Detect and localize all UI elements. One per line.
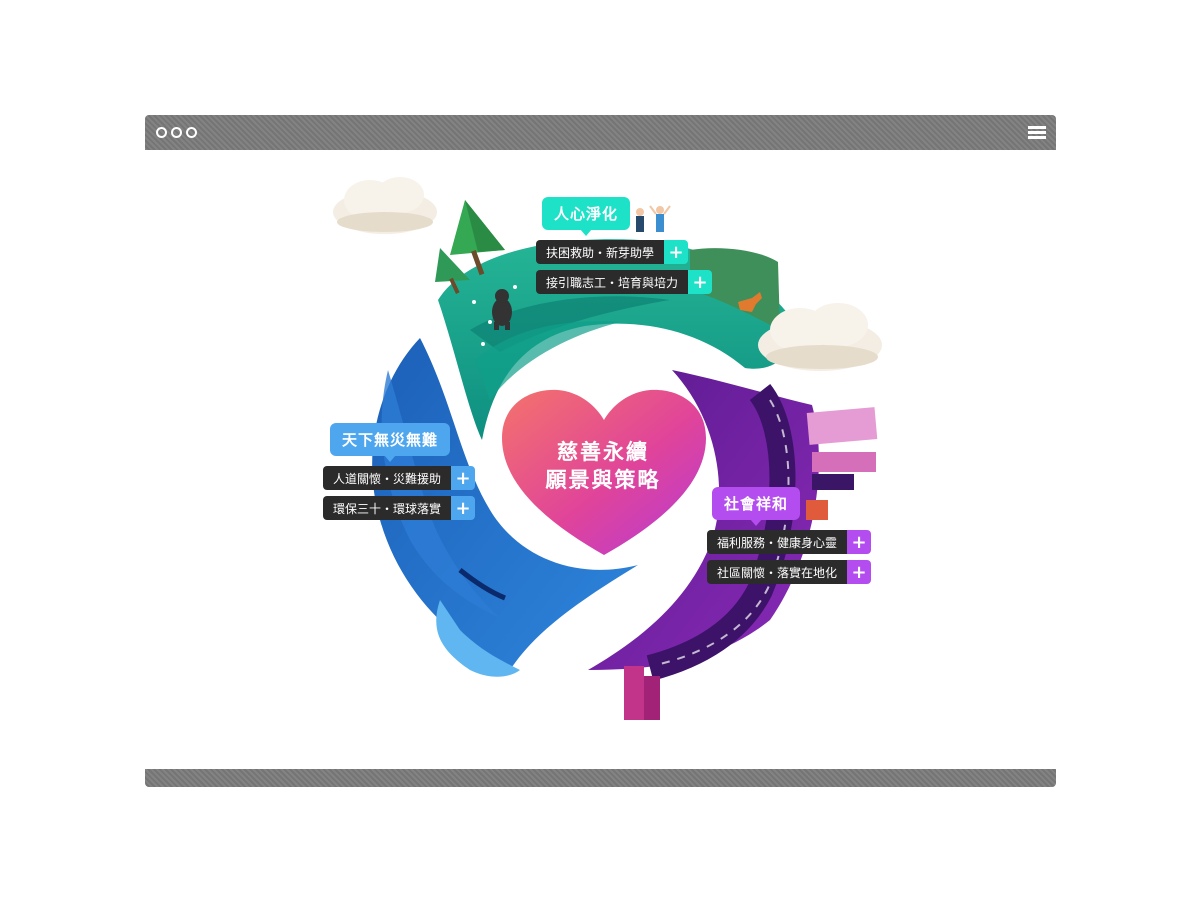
people-icon	[636, 205, 671, 232]
center-title: 慈善永續 願景與策略	[528, 438, 678, 494]
menu-item-volunteer-training[interactable]: 接引職志工・培育與培力 +	[536, 270, 713, 294]
plus-icon[interactable]: +	[688, 270, 713, 294]
menu-item-welfare-services[interactable]: 福利服務・健康身心靈 +	[707, 530, 872, 554]
plus-icon[interactable]: +	[664, 240, 689, 264]
center-title-line1: 慈善永續	[557, 440, 649, 464]
tag-social-harmony[interactable]: 社會祥和	[712, 487, 801, 526]
menu-item-label: 接引職志工・培育與培力	[536, 270, 689, 294]
tag-world-without-disasters[interactable]: 天下無災無難	[330, 423, 451, 462]
menu-item-humanitarian-aid[interactable]: 人道關懷・災難援助 +	[323, 466, 476, 490]
cloud-icon	[333, 177, 437, 234]
menu-item-environmental-protection[interactable]: 環保三十・環球落實 +	[323, 496, 476, 520]
menu-item-label: 人道關懷・災難援助	[323, 466, 452, 490]
menu-item-label: 福利服務・健康身心靈	[707, 530, 848, 554]
plus-icon[interactable]: +	[847, 560, 872, 584]
menu-item-relief-education[interactable]: 扶困救助・新芽助學 +	[536, 240, 689, 264]
plus-icon[interactable]: +	[847, 530, 872, 554]
center-title-line2: 願景與策略	[545, 468, 661, 492]
plus-icon[interactable]: +	[451, 466, 476, 490]
plus-icon[interactable]: +	[451, 496, 476, 520]
menu-item-community-care[interactable]: 社區關懷・落實在地化 +	[707, 560, 872, 584]
menu-item-label: 扶困救助・新芽助學	[536, 240, 665, 264]
menu-item-label: 環保三十・環球落實	[323, 496, 452, 520]
tag-heart-purification[interactable]: 人心淨化	[542, 197, 631, 236]
menu-item-label: 社區關懷・落實在地化	[707, 560, 848, 584]
